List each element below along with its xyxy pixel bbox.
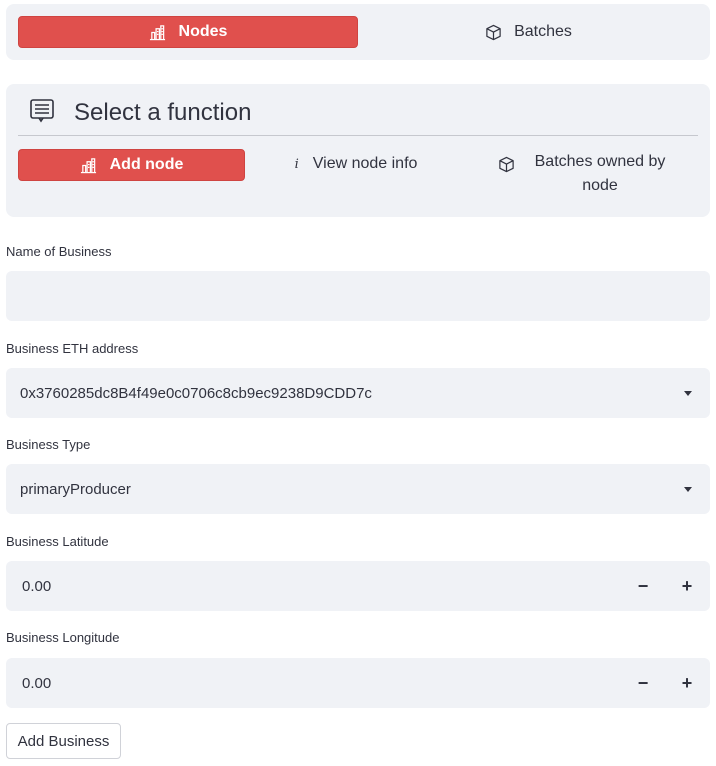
business-name-field[interactable] bbox=[6, 271, 710, 321]
latitude-field[interactable]: 0.00 − + bbox=[6, 561, 710, 611]
box-icon bbox=[484, 23, 502, 41]
business-type-value: primaryProducer bbox=[20, 480, 131, 498]
eth-address-select[interactable]: 0x3760285dc8B4f49e0c0706c8cb9ec9238D9CDD… bbox=[6, 368, 710, 418]
business-name-label: Name of Business bbox=[6, 244, 112, 259]
function-title: Select a function bbox=[74, 98, 252, 126]
add-business-button[interactable]: Add Business bbox=[6, 723, 121, 759]
batches-owned-option[interactable]: Batches owned by node bbox=[476, 151, 696, 205]
longitude-decrement-button[interactable]: − bbox=[620, 658, 666, 708]
nav-nodes-button[interactable]: Nodes bbox=[18, 16, 358, 48]
business-type-select[interactable]: primaryProducer bbox=[6, 464, 710, 514]
nav-batches-button[interactable]: Batches bbox=[358, 16, 698, 48]
box-icon bbox=[497, 155, 515, 173]
add-node-label: Add node bbox=[109, 156, 184, 173]
longitude-label: Business Longitude bbox=[6, 630, 120, 645]
view-node-info-label: View node info bbox=[312, 155, 418, 172]
function-panel: Select a function Add node i View node i… bbox=[6, 84, 710, 217]
building-chart-icon bbox=[149, 23, 167, 41]
chevron-down-icon bbox=[684, 391, 692, 396]
view-node-info-option[interactable]: i View node info bbox=[256, 148, 456, 180]
latitude-value[interactable]: 0.00 bbox=[22, 578, 51, 595]
function-divider bbox=[18, 135, 698, 136]
latitude-decrement-button[interactable]: − bbox=[620, 561, 666, 611]
latitude-label: Business Latitude bbox=[6, 534, 109, 549]
add-node-option[interactable]: Add node bbox=[18, 149, 245, 181]
longitude-value[interactable]: 0.00 bbox=[22, 675, 51, 692]
top-nav: Nodes Batches bbox=[6, 4, 710, 60]
eth-address-label: Business ETH address bbox=[6, 341, 139, 356]
eth-address-value: 0x3760285dc8B4f49e0c0706c8cb9ec9238D9CDD… bbox=[20, 384, 372, 402]
building-chart-icon bbox=[80, 156, 98, 174]
batches-owned-label: Batches owned by node bbox=[534, 153, 666, 194]
chevron-down-icon bbox=[684, 487, 692, 492]
longitude-increment-button[interactable]: + bbox=[664, 658, 710, 708]
nav-batches-label: Batches bbox=[514, 23, 572, 40]
business-name-input[interactable] bbox=[20, 271, 710, 321]
info-icon: i bbox=[294, 156, 299, 172]
nav-nodes-label: Nodes bbox=[178, 23, 228, 40]
longitude-field[interactable]: 0.00 − + bbox=[6, 658, 710, 708]
list-window-icon bbox=[28, 96, 56, 129]
latitude-increment-button[interactable]: + bbox=[664, 561, 710, 611]
business-type-label: Business Type bbox=[6, 437, 91, 452]
function-header: Select a function bbox=[28, 96, 251, 129]
